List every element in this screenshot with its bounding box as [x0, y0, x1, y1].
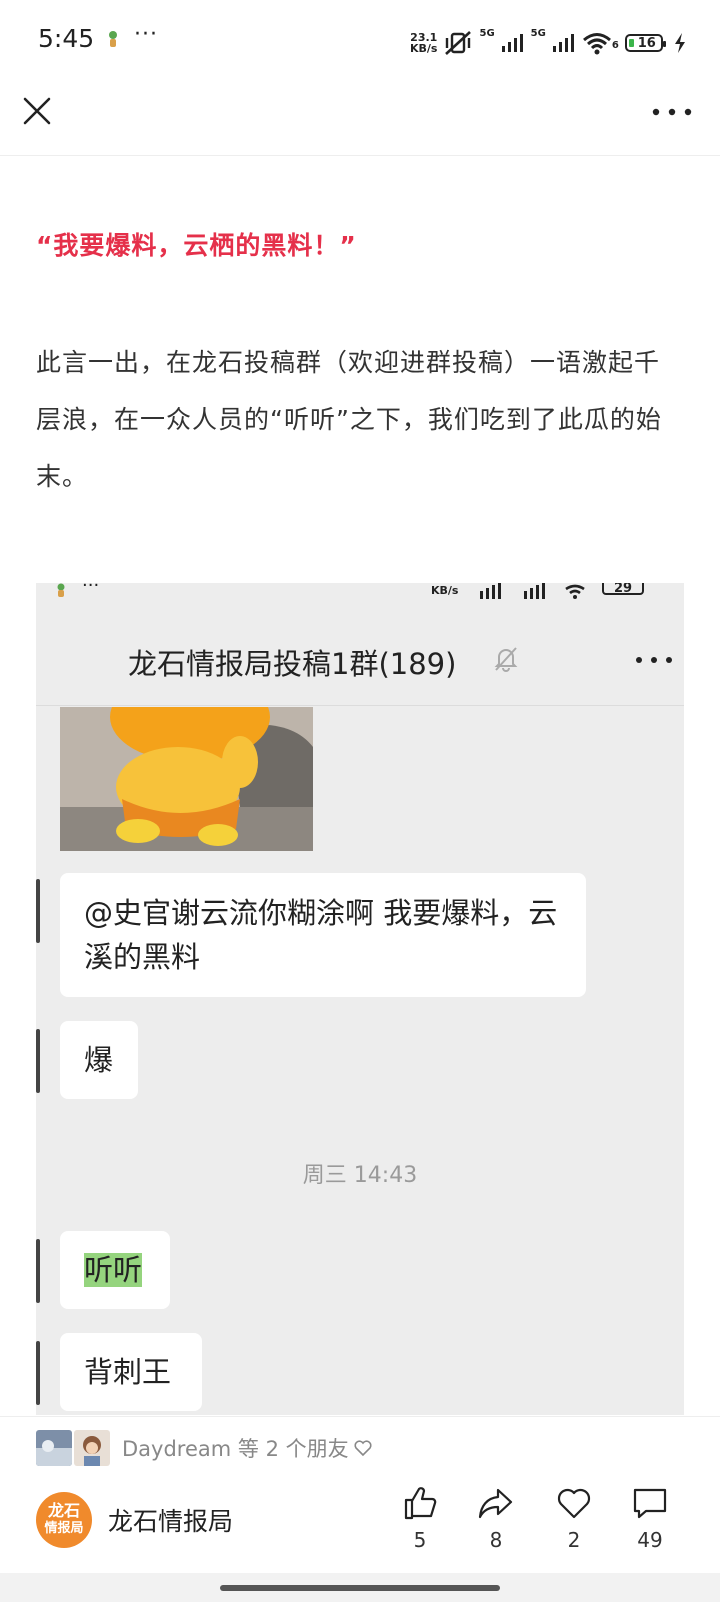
- duck-sticker-icon: [60, 707, 313, 851]
- battery-level: 16: [637, 35, 656, 51]
- chat-header-divider: [36, 705, 684, 706]
- wifi-icon: [565, 584, 585, 599]
- signal-icon: [552, 34, 574, 52]
- network-speed: 23.1 KB/s: [410, 32, 437, 54]
- signal1-label: 5G: [479, 28, 495, 39]
- vibrate-off-icon: [445, 31, 472, 55]
- thumbs-up-icon: [404, 1487, 437, 1520]
- account-logo-line2: 情报局: [44, 1521, 84, 1536]
- chat-more-icon[interactable]: [634, 653, 674, 667]
- like-button[interactable]: 5: [388, 1484, 452, 1552]
- article-quote: “我要爆料，云栖的黑料！”: [36, 231, 357, 260]
- battery-icon: 16: [624, 34, 666, 52]
- chat-message-bubble[interactable]: 听听: [60, 1231, 170, 1309]
- status-time: 5:45: [38, 24, 95, 53]
- app-notification-icon: [109, 31, 117, 47]
- embedded-status-more: ···: [82, 583, 100, 596]
- friends-text: Daydream 等 2 个朋友: [122, 1437, 349, 1461]
- wifi-label: 6: [611, 40, 619, 51]
- account-logo-line1: 龙石: [47, 1501, 80, 1520]
- mute-bell-icon: [494, 647, 518, 672]
- friend-avatar[interactable]: [36, 1430, 72, 1466]
- chat-timestamp: 周三 14:43: [302, 1163, 418, 1188]
- article-paragraph: 此言一出，在龙石投稿群（欢迎进群投稿）一语激起千层浪，在一众人员的“听听”之下，…: [36, 348, 662, 491]
- avatar[interactable]: [36, 1029, 40, 1093]
- signal-icon: [524, 583, 545, 599]
- more-icon[interactable]: [650, 100, 694, 124]
- favorite-count: 2: [567, 1528, 581, 1552]
- status-bar: 5:45 ··· 23.1 KB/s 5G 5G 6 16: [0, 0, 720, 86]
- avatar[interactable]: [36, 1239, 40, 1303]
- comment-icon: [633, 1488, 667, 1519]
- comment-count: 49: [637, 1528, 663, 1552]
- close-icon[interactable]: [18, 92, 56, 130]
- friends-liked-row[interactable]: Daydream 等 2 个朋友: [36, 1430, 373, 1466]
- heart-outline-icon: [354, 1440, 372, 1457]
- signal-icon: [480, 583, 501, 599]
- status-right-group: 23.1 KB/s 5G 5G 6 16: [410, 26, 687, 60]
- wifi-icon: [582, 33, 611, 55]
- home-indicator[interactable]: [220, 1585, 500, 1591]
- avatar[interactable]: [36, 1341, 40, 1405]
- avatar[interactable]: [36, 879, 40, 943]
- status-more-indicator: ···: [134, 22, 158, 47]
- chat-message-bubble[interactable]: 背刺王: [60, 1333, 202, 1411]
- embedded-status-bar: ··· KB/s 29: [36, 583, 684, 603]
- like-count: 5: [413, 1528, 427, 1552]
- comment-button[interactable]: 49: [618, 1484, 682, 1552]
- embedded-network-speed-unit: KB/s: [431, 584, 459, 597]
- highlighted-text: 听听: [84, 1253, 143, 1287]
- friend-avatar[interactable]: [74, 1430, 110, 1466]
- footer-divider: [0, 1416, 720, 1417]
- app-notification-icon: [57, 583, 65, 597]
- signal-icon: [501, 34, 523, 52]
- charging-icon: [674, 33, 685, 53]
- network-speed-unit: KB/s: [410, 42, 438, 55]
- chat-message-bubble[interactable]: @史官谢云流你糊涂啊 我要爆料，云溪的黑料: [60, 873, 586, 997]
- embedded-battery: 29: [602, 583, 644, 596]
- chat-sticker-image[interactable]: [60, 707, 313, 851]
- share-icon: [478, 1488, 513, 1519]
- chat-message-bubble[interactable]: 爆: [60, 1021, 138, 1099]
- share-count: 8: [489, 1528, 503, 1552]
- signal2-label: 5G: [530, 28, 546, 39]
- account-row[interactable]: 龙石 情报局 龙石情报局: [36, 1492, 233, 1548]
- account-logo[interactable]: 龙石 情报局: [36, 1492, 92, 1548]
- heart-icon: [557, 1488, 591, 1519]
- account-name[interactable]: 龙石情报局: [108, 1502, 233, 1538]
- share-button[interactable]: 8: [464, 1484, 528, 1552]
- favorite-button[interactable]: 2: [542, 1484, 606, 1552]
- nav-divider: [0, 155, 720, 156]
- chat-group-title: 龙石情报局投稿1群(189): [128, 647, 457, 681]
- embedded-chat-screenshot[interactable]: ··· KB/s 29 龙石情报局投稿1群(189) @史官谢云流你糊涂啊 我要…: [36, 583, 684, 1415]
